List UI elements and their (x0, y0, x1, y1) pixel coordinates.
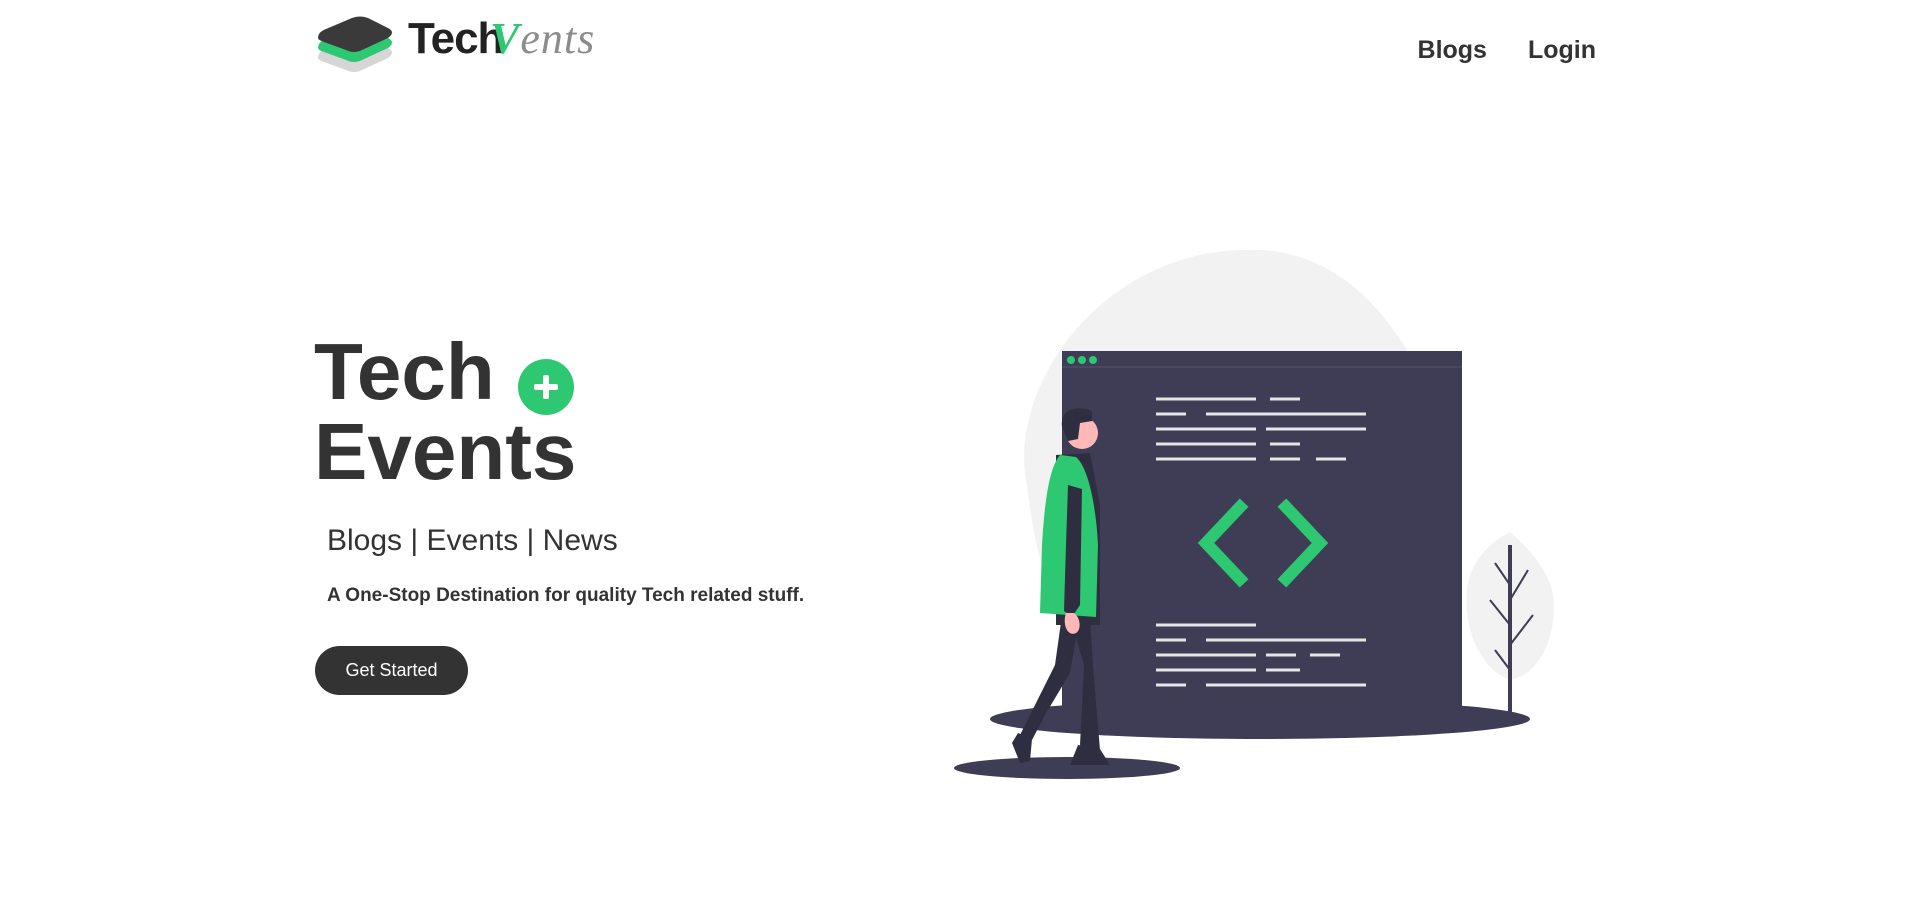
hero-illustration (954, 249, 1554, 779)
get-started-button[interactable]: Get Started (315, 646, 468, 695)
brand-name-v: V (490, 14, 521, 63)
main-nav: Blogs Login (1418, 36, 1596, 65)
hero-tagline: Blogs | Events | News (327, 524, 618, 557)
page: Tech Vents Blogs Login Tech Events Blogs… (0, 0, 1920, 903)
nav-link-login[interactable]: Login (1528, 36, 1596, 65)
tree-icon (1466, 532, 1554, 719)
plus-icon (518, 359, 574, 415)
nav-link-blogs[interactable]: Blogs (1418, 36, 1487, 65)
brand-name-rest: ents (520, 14, 596, 63)
hero-title-line2: Events (314, 407, 577, 496)
hero-description: A One-Stop Destination for quality Tech … (327, 585, 805, 606)
brand-name-vents: Vents (490, 14, 595, 64)
code-window (1062, 351, 1462, 713)
person-shadow (954, 757, 1180, 779)
